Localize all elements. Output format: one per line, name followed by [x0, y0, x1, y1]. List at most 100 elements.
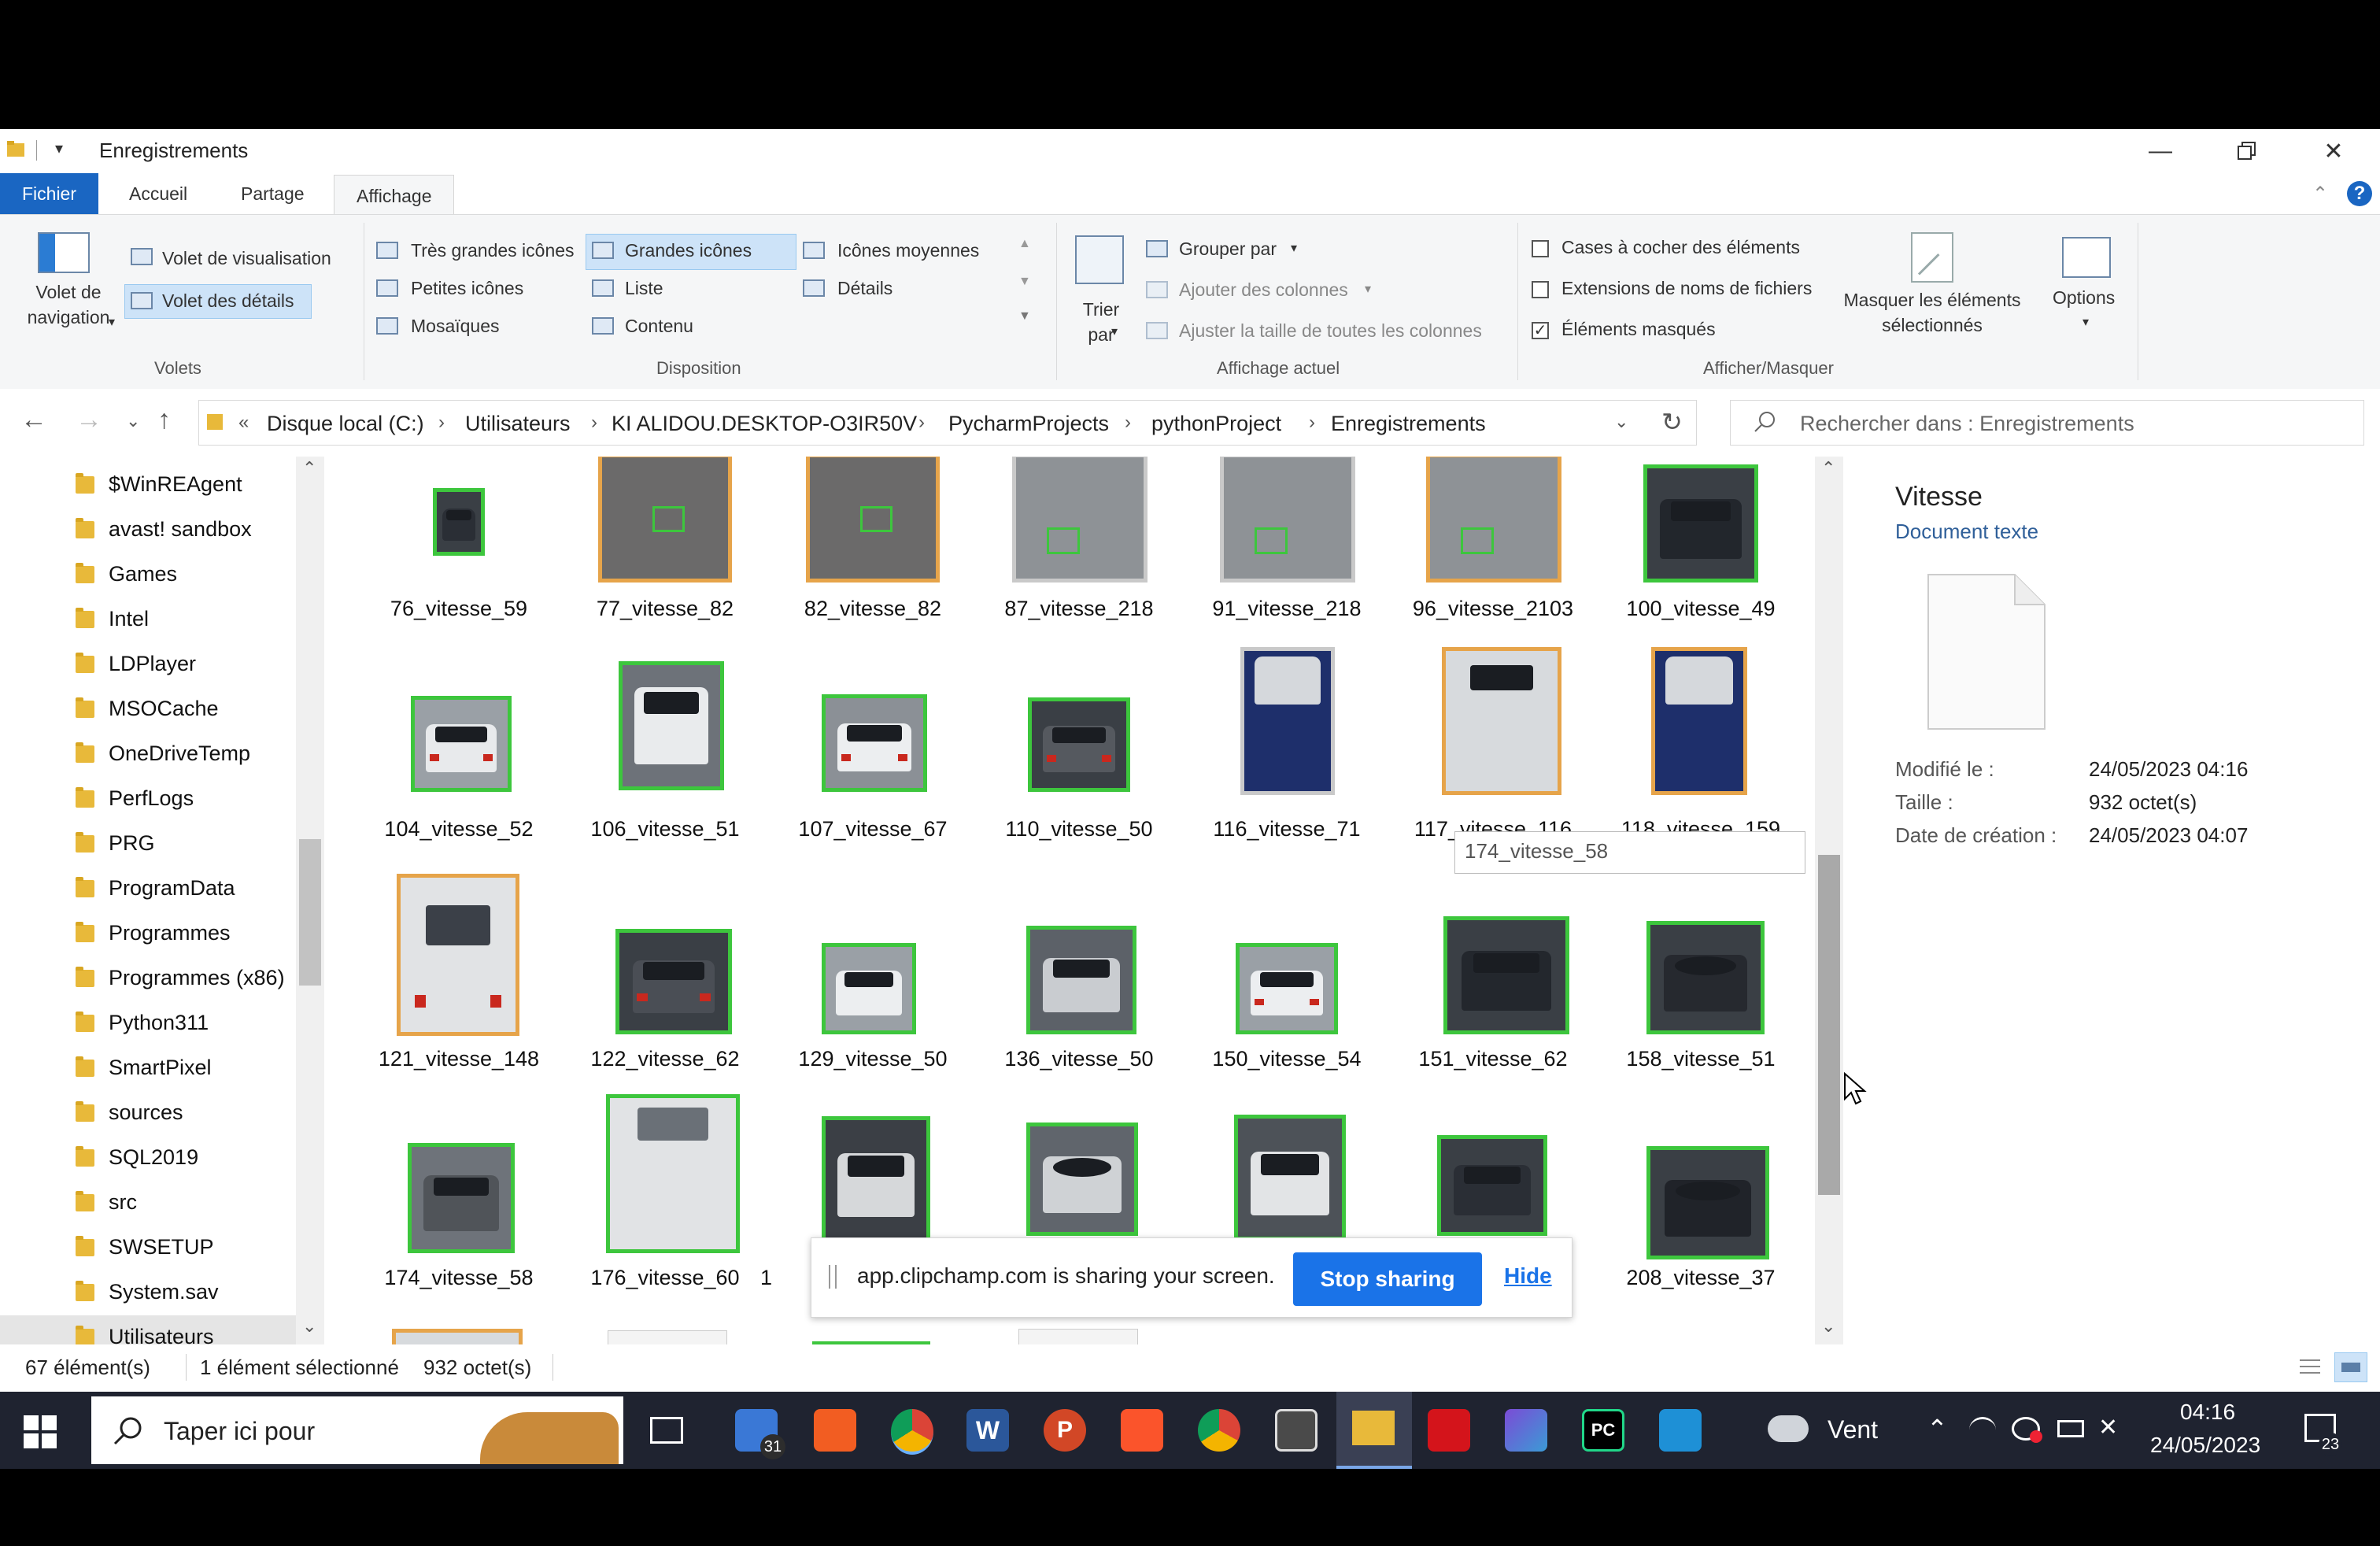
breadcrumb-pythonproject[interactable]: pythonProject	[1151, 412, 1281, 436]
calculator-icon[interactable]	[1275, 1409, 1318, 1452]
nav-pane-dropdown-icon[interactable]: ▾	[109, 314, 115, 330]
add-columns-dropdown-icon[interactable]: ▾	[1365, 281, 1371, 297]
tree-item[interactable]: Programmes	[0, 912, 299, 956]
app-icon[interactable]	[814, 1409, 856, 1452]
breadcrumb-users[interactable]: Utilisateurs	[465, 412, 571, 436]
layout-expand-icon[interactable]: ▼	[1018, 309, 1031, 324]
chevron-right-icon[interactable]: ›	[438, 412, 445, 434]
word-icon[interactable]: W	[966, 1409, 1009, 1452]
item-checkboxes-checkbox[interactable]	[1532, 240, 1549, 257]
file-item[interactable]: 176_vitesse_60	[562, 1094, 768, 1335]
sort-by-button[interactable]: Trier par	[1074, 297, 1129, 347]
layout-large-icons[interactable]: Grandes icônes	[625, 240, 752, 261]
restore-button[interactable]	[2204, 129, 2290, 173]
tab-affichage[interactable]: Affichage	[334, 175, 455, 215]
breadcrumb-enregistrements[interactable]: Enregistrements	[1331, 412, 1486, 436]
layout-small-icons[interactable]: Petites icônes	[411, 278, 523, 299]
content-scroll-thumb[interactable]	[1818, 855, 1840, 1195]
address-box[interactable]: « Disque local (C:) › Utilisateurs › KI …	[198, 400, 1697, 446]
powerpoint-icon[interactable]: P	[1044, 1409, 1086, 1452]
pycharm-icon[interactable]: PC	[1582, 1409, 1624, 1452]
tree-item[interactable]: SmartPixel	[0, 1046, 299, 1090]
file-item[interactable]: 82_vitesse_82	[770, 457, 976, 669]
acrobat-icon[interactable]	[1428, 1409, 1470, 1452]
options-button[interactable]: Options	[2053, 287, 2115, 309]
chrome-icon[interactable]	[891, 1409, 933, 1455]
breadcrumb-user[interactable]: KI ALIDOU.DESKTOP-O3IR50V	[612, 412, 917, 436]
file-item[interactable]: 158_vitesse_51	[1598, 901, 1804, 1113]
tree-item[interactable]: avast! sandbox	[0, 508, 299, 552]
volume-muted-icon[interactable]: ✕	[2098, 1414, 2118, 1441]
tree-item[interactable]: System.sav	[0, 1270, 299, 1315]
breadcrumb-pycharmprojects[interactable]: PycharmProjects	[948, 412, 1109, 436]
layout-scroll-up-icon[interactable]: ▲	[1018, 237, 1031, 251]
file-item[interactable]: 100_vitesse_49	[1598, 457, 1804, 669]
tree-item[interactable]: Intel	[0, 597, 299, 642]
scroll-down-icon[interactable]: ⌄	[1821, 1316, 1835, 1337]
tab-fichier[interactable]: Fichier	[0, 173, 99, 214]
tree-item[interactable]: OneDriveTemp	[0, 732, 299, 776]
file-item[interactable]: 150_vitesse_54	[1184, 901, 1390, 1113]
file-item[interactable]: 87_vitesse_218	[976, 457, 1182, 669]
layout-content[interactable]: Contenu	[625, 316, 693, 337]
network-status-icon[interactable]	[2012, 1417, 2042, 1443]
group-by-button[interactable]: Grouper par	[1179, 239, 1277, 260]
search-box[interactable]: Rechercher dans : Enregistrements	[1730, 400, 2364, 446]
file-item[interactable]: 208_vitesse_37	[1598, 1123, 1804, 1335]
file-item[interactable]: 136_vitesse_50	[976, 901, 1182, 1113]
file-item[interactable]: 91_vitesse_218	[1184, 457, 1390, 669]
thumbnail-image[interactable]	[392, 1329, 523, 1344]
tree-scroll-thumb[interactable]	[299, 839, 321, 986]
large-icons-view-icon[interactable]	[2334, 1352, 2367, 1382]
taskbar-search-box[interactable]: Taper ici pour	[91, 1396, 623, 1464]
tree-item[interactable]: $WinREAgent	[0, 463, 299, 507]
help-icon[interactable]: ?	[2347, 181, 2372, 206]
clock-date[interactable]: 24/05/2023	[2150, 1433, 2260, 1458]
weather-text[interactable]: Vent	[1828, 1415, 1878, 1444]
layout-extra-large-icons[interactable]: Très grandes icônes	[411, 240, 575, 261]
back-button[interactable]: ←	[20, 405, 47, 435]
tree-item[interactable]: LDPlayer	[0, 642, 299, 686]
refresh-icon[interactable]: ↻	[1661, 407, 1683, 437]
forward-button[interactable]: →	[76, 405, 102, 435]
drag-handle-icon[interactable]	[829, 1265, 837, 1289]
start-button[interactable]	[24, 1415, 57, 1452]
wifi-icon[interactable]	[1969, 1417, 1996, 1443]
file-item[interactable]: 77_vitesse_82	[562, 457, 768, 669]
options-dropdown-icon[interactable]: ▾	[2082, 314, 2089, 330]
file-item[interactable]: 96_vitesse_2103	[1390, 457, 1596, 669]
chevron-up-icon[interactable]: ⌃	[1927, 1414, 1948, 1444]
preview-pane-button[interactable]: Volet de visualisation	[162, 248, 331, 269]
tree-scrollbar[interactable]: ⌃ ⌄	[296, 457, 324, 1344]
layout-medium-icons[interactable]: Icônes moyennes	[837, 240, 979, 261]
tree-item[interactable]: PRG	[0, 822, 299, 866]
breadcrumb-disk[interactable]: Disque local (C:)	[267, 412, 424, 436]
hidden-items-label[interactable]: Éléments masqués	[1561, 319, 1716, 340]
tree-item[interactable]: PerfLogs	[0, 777, 299, 821]
tree-item-selected[interactable]: Utilisateurs	[0, 1315, 299, 1344]
stop-sharing-button[interactable]: Stop sharing	[1293, 1252, 1482, 1306]
file-item[interactable]: 110_vitesse_50	[976, 679, 1182, 891]
hide-button[interactable]: Hide	[1504, 1263, 1552, 1289]
address-dropdown-icon[interactable]: ⌄	[1614, 412, 1628, 432]
hidden-items-checkbox[interactable]: ✓	[1532, 322, 1549, 339]
quick-access-dropdown-icon[interactable]: ▾	[55, 139, 63, 158]
tree-item[interactable]: Python311	[0, 1001, 299, 1045]
layout-tiles[interactable]: Mosaïques	[411, 316, 500, 337]
file-item[interactable]: 107_vitesse_67	[770, 679, 976, 891]
chevron-right-icon[interactable]: ›	[591, 412, 597, 434]
file-item[interactable]: 76_vitesse_59	[356, 457, 562, 669]
tree-item[interactable]: sources	[0, 1091, 299, 1135]
close-button[interactable]: ✕	[2290, 129, 2377, 173]
tree-item[interactable]: SWSETUP	[0, 1226, 299, 1270]
group-by-dropdown-icon[interactable]: ▾	[1291, 240, 1297, 256]
task-view-icon[interactable]	[650, 1417, 683, 1444]
battery-icon[interactable]	[2057, 1420, 2084, 1437]
clipchamp-icon[interactable]	[1505, 1409, 1547, 1452]
file-item[interactable]: 174_vitesse_58	[356, 1123, 562, 1335]
file-item[interactable]: 122_vitesse_62	[562, 901, 768, 1113]
chrome-icon[interactable]	[1198, 1409, 1240, 1452]
tree-item[interactable]: MSOCache	[0, 687, 299, 731]
recent-locations-icon[interactable]: ⌄	[126, 411, 140, 431]
text-file-icon[interactable]	[608, 1330, 727, 1344]
